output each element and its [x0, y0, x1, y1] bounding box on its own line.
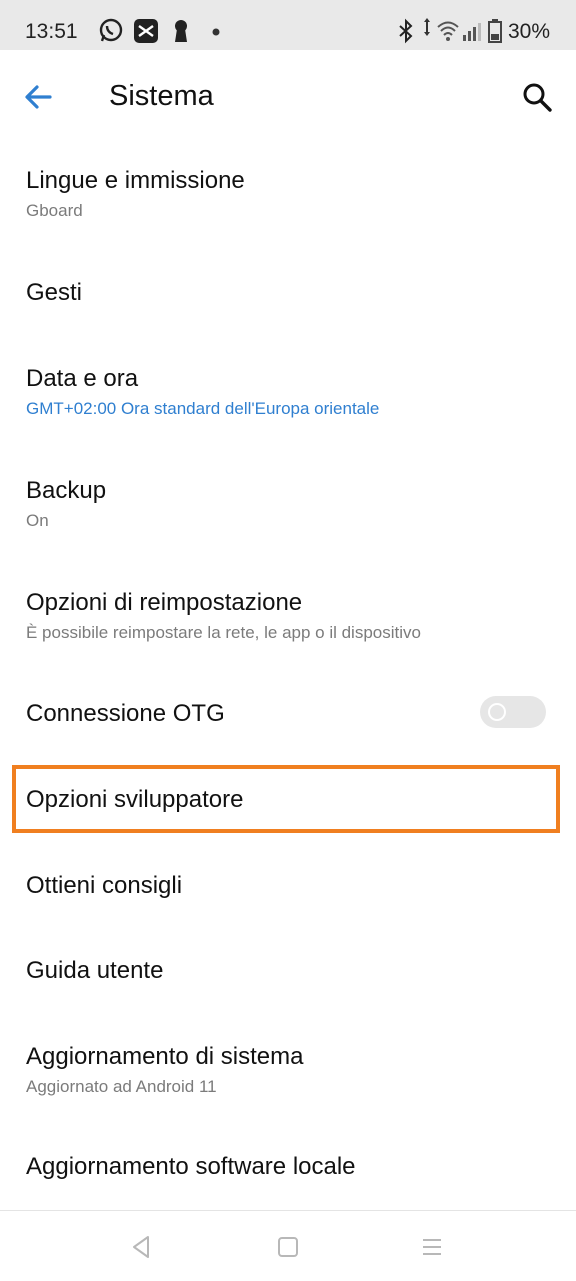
setting-item-subtitle: È possibile reimpostare la rete, le app …: [26, 623, 421, 642]
setting-item-gesti[interactable]: Gesti: [0, 250, 576, 335]
capcut-icon: [134, 19, 158, 43]
setting-item-opzioni-di-reimpostazione[interactable]: Opzioni di reimpostazione È possibile re…: [0, 565, 576, 665]
setting-item-title: Ottieni consigli: [26, 872, 183, 899]
setting-item-subtitle: Gboard: [26, 201, 83, 220]
setting-item-subtitle: GMT+02:00 Ora standard dell'Europa orien…: [26, 399, 380, 418]
keyhole-icon: [175, 20, 187, 42]
setting-item-aggiornamento-software-locale[interactable]: Aggiornamento software locale: [0, 1135, 576, 1199]
page-title: Sistema: [109, 80, 214, 112]
nav-back-icon[interactable]: [128, 1233, 156, 1261]
signal-icon: [463, 23, 481, 41]
battery-icon: [488, 19, 502, 43]
wifi-icon: [437, 21, 459, 41]
whatsapp-icon: [99, 18, 123, 42]
navigation-bar: [0, 1210, 576, 1281]
data-arrows-icon: [424, 18, 430, 36]
setting-item-lingue-e-immissione[interactable]: Lingue e immissione Gboard: [0, 150, 576, 250]
setting-item-connessione-otg[interactable]: Connessione OTG: [0, 680, 576, 750]
setting-item-title: Opzioni sviluppatore: [26, 786, 244, 813]
setting-item-title: Aggiornamento di sistema: [26, 1043, 304, 1070]
setting-item-title: Aggiornamento software locale: [26, 1153, 356, 1180]
nav-menu-icon[interactable]: [418, 1233, 446, 1261]
otg-toggle[interactable]: [480, 696, 546, 728]
setting-item-opzioni-sviluppatore[interactable]: Opzioni sviluppatore: [0, 768, 576, 832]
app-bar: Sistema: [0, 50, 576, 146]
setting-item-ottieni-consigli[interactable]: Ottieni consigli: [0, 855, 576, 919]
setting-item-title: Connessione OTG: [26, 700, 225, 727]
battery-percent: 30%: [508, 20, 551, 43]
dot-icon: [212, 28, 220, 36]
setting-item-title: Data e ora: [26, 365, 139, 392]
setting-item-title: Opzioni di reimpostazione: [26, 589, 303, 616]
status-bar: 13:51 30%: [0, 0, 576, 50]
setting-item-aggiornamento-di-sistema[interactable]: Aggiornamento di sistema Aggiornato ad A…: [0, 1020, 576, 1110]
arrow-back-icon[interactable]: [22, 80, 56, 114]
setting-item-title: Gesti: [26, 279, 83, 306]
setting-item-data-e-ora[interactable]: Data e ora GMT+02:00 Ora standard dell'E…: [0, 340, 576, 445]
setting-item-title: Backup: [26, 477, 107, 504]
setting-item-subtitle: On: [26, 511, 49, 530]
setting-item-title: Guida utente: [26, 957, 164, 984]
nav-home-icon[interactable]: [274, 1233, 302, 1261]
search-icon[interactable]: [520, 80, 554, 114]
setting-item-title: Lingue e immissione: [26, 167, 245, 194]
setting-item-backup[interactable]: Backup On: [0, 455, 576, 555]
status-time: 13:51: [25, 20, 78, 43]
setting-item-subtitle: Aggiornato ad Android 11: [26, 1077, 217, 1096]
bluetooth-icon: [399, 18, 413, 44]
setting-item-guida-utente[interactable]: Guida utente: [0, 940, 576, 1004]
toggle-knob: [488, 703, 506, 721]
